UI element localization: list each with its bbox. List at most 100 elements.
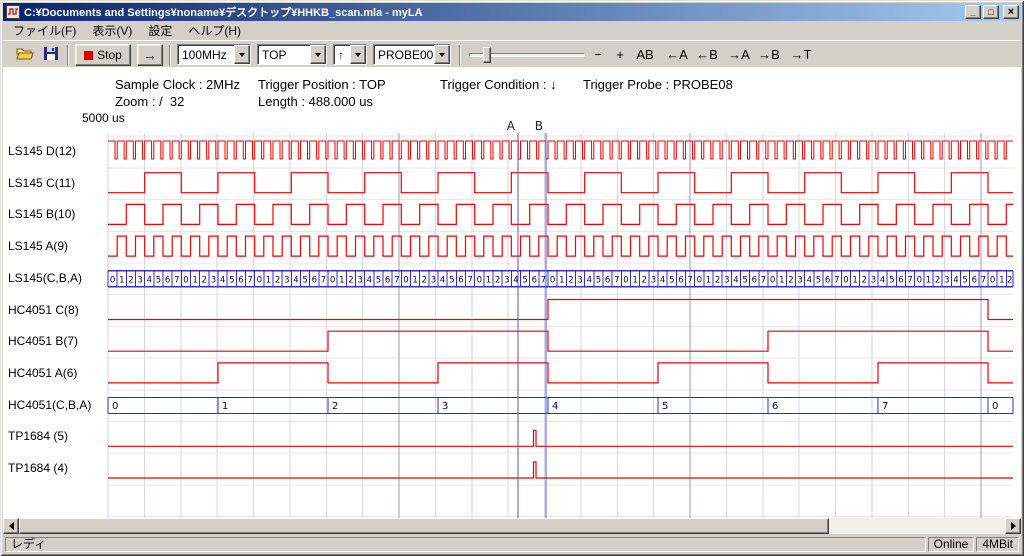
svg-text:0: 0 bbox=[990, 275, 995, 285]
zoom-slider[interactable] bbox=[469, 47, 585, 63]
svg-text:0: 0 bbox=[477, 275, 482, 285]
chevron-down-icon bbox=[239, 53, 245, 57]
svg-text:2: 2 bbox=[788, 275, 793, 285]
sample-clock-info: Sample Clock : 2MHz bbox=[115, 77, 240, 92]
svg-text:0: 0 bbox=[110, 275, 115, 285]
stop-button-label: Stop bbox=[97, 48, 122, 62]
scrollbar-thumb[interactable] bbox=[19, 518, 829, 534]
trigger-position-combo[interactable]: TOP bbox=[257, 44, 327, 65]
svg-text:1: 1 bbox=[412, 275, 417, 285]
svg-text:7: 7 bbox=[174, 275, 179, 285]
svg-text:2: 2 bbox=[275, 275, 280, 285]
zoom-in-button[interactable]: + bbox=[610, 46, 630, 64]
goto-b-fwd-button[interactable]: →B bbox=[755, 46, 783, 64]
close-button[interactable]: × bbox=[1003, 5, 1019, 19]
menu-view[interactable]: 表示(V) bbox=[84, 20, 140, 41]
svg-text:7: 7 bbox=[247, 275, 252, 285]
scroll-left-button[interactable] bbox=[3, 518, 19, 534]
svg-text:2: 2 bbox=[935, 275, 940, 285]
svg-text:B: B bbox=[535, 119, 543, 133]
zoom-out-button[interactable]: − bbox=[588, 46, 608, 64]
sample-rate-combo[interactable]: 100MHz bbox=[177, 44, 251, 65]
svg-text:4: 4 bbox=[807, 275, 812, 285]
waveform-plot[interactable]: 0123456701234567012345670123456701234567… bbox=[3, 118, 1021, 518]
svg-text:6: 6 bbox=[898, 275, 903, 285]
trigger-probe-info: Trigger Probe : PROBE08 bbox=[583, 77, 733, 92]
run-button[interactable]: → bbox=[137, 44, 163, 66]
svg-text:7: 7 bbox=[614, 275, 619, 285]
svg-text:6: 6 bbox=[458, 275, 463, 285]
svg-text:6: 6 bbox=[532, 275, 537, 285]
trigger-edge-combo[interactable]: ↑ bbox=[333, 44, 367, 65]
goto-trigger-button[interactable]: →T bbox=[787, 46, 815, 64]
chevron-down-icon bbox=[315, 53, 321, 57]
svg-text:7: 7 bbox=[761, 275, 766, 285]
svg-text:0: 0 bbox=[257, 275, 262, 285]
length-info: Length : 488.000 us bbox=[258, 94, 373, 109]
svg-text:4: 4 bbox=[660, 275, 665, 285]
svg-text:5: 5 bbox=[889, 275, 894, 285]
goto-a-back-button[interactable]: ←A bbox=[663, 46, 691, 64]
svg-text:5: 5 bbox=[156, 275, 161, 285]
open-file-button[interactable] bbox=[13, 44, 37, 66]
svg-text:3: 3 bbox=[357, 275, 362, 285]
statusbar: レディ Online 4MBit bbox=[3, 536, 1021, 553]
app-icon bbox=[6, 5, 20, 19]
trigger-position-dropdown-button[interactable] bbox=[310, 45, 326, 64]
menu-settings[interactable]: 設定 bbox=[140, 20, 180, 41]
svg-text:2: 2 bbox=[422, 275, 427, 285]
client-area: Sample Clock : 2MHz Trigger Position : T… bbox=[3, 67, 1021, 518]
svg-text:1: 1 bbox=[266, 275, 271, 285]
svg-text:1: 1 bbox=[999, 275, 1004, 285]
svg-text:0: 0 bbox=[770, 275, 775, 285]
scroll-right-button[interactable] bbox=[1005, 518, 1021, 534]
svg-text:4: 4 bbox=[587, 275, 592, 285]
svg-text:2: 2 bbox=[348, 275, 353, 285]
save-button[interactable] bbox=[39, 44, 63, 66]
svg-text:1: 1 bbox=[339, 275, 344, 285]
trigger-edge-dropdown-button[interactable] bbox=[350, 45, 366, 64]
svg-text:6: 6 bbox=[165, 275, 170, 285]
svg-text:5: 5 bbox=[962, 275, 967, 285]
svg-text:1: 1 bbox=[852, 275, 857, 285]
probe-dropdown-button[interactable] bbox=[434, 45, 450, 64]
svg-text:3: 3 bbox=[797, 275, 802, 285]
svg-text:7: 7 bbox=[981, 275, 986, 285]
svg-text:3: 3 bbox=[284, 275, 289, 285]
svg-text:5: 5 bbox=[816, 275, 821, 285]
svg-text:1: 1 bbox=[192, 275, 197, 285]
toolbar-separator bbox=[67, 45, 69, 65]
maximize-button[interactable]: □ bbox=[983, 5, 999, 19]
svg-text:0: 0 bbox=[697, 275, 702, 285]
svg-text:6: 6 bbox=[385, 275, 390, 285]
svg-text:4: 4 bbox=[880, 275, 885, 285]
svg-text:0: 0 bbox=[917, 275, 922, 285]
probe-combo[interactable]: PROBE00 bbox=[373, 44, 451, 65]
menu-file[interactable]: ファイル(F) bbox=[5, 20, 84, 41]
minimize-button[interactable]: _ bbox=[965, 5, 981, 19]
titlebar[interactable]: C:¥Documents and Settings¥noname¥デスクトップ¥… bbox=[3, 3, 1021, 21]
stop-button[interactable]: Stop bbox=[75, 44, 131, 66]
svg-text:6: 6 bbox=[678, 275, 683, 285]
svg-text:3: 3 bbox=[651, 275, 656, 285]
sample-rate-dropdown-button[interactable] bbox=[234, 45, 250, 64]
svg-text:6: 6 bbox=[825, 275, 830, 285]
svg-text:1: 1 bbox=[632, 275, 637, 285]
goto-a-fwd-button[interactable]: →A bbox=[725, 46, 753, 64]
status-ready: レディ bbox=[5, 537, 926, 552]
horizontal-scrollbar[interactable] bbox=[3, 518, 1021, 534]
ab-button[interactable]: AB bbox=[632, 46, 658, 64]
scroll-left-icon bbox=[9, 522, 14, 530]
svg-text:7: 7 bbox=[541, 275, 546, 285]
svg-text:1: 1 bbox=[706, 275, 711, 285]
svg-text:3: 3 bbox=[504, 275, 509, 285]
trigger-condition-info: Trigger Condition : ↓ bbox=[440, 77, 557, 92]
svg-text:5: 5 bbox=[522, 275, 527, 285]
goto-b-back-button[interactable]: ←B bbox=[693, 46, 721, 64]
trigger-position-value: TOP bbox=[258, 45, 310, 64]
svg-text:A: A bbox=[507, 119, 516, 133]
slider-thumb[interactable] bbox=[483, 47, 491, 63]
svg-text:5: 5 bbox=[376, 275, 381, 285]
svg-text:4: 4 bbox=[367, 275, 372, 285]
menu-help[interactable]: ヘルプ(H) bbox=[180, 20, 249, 41]
